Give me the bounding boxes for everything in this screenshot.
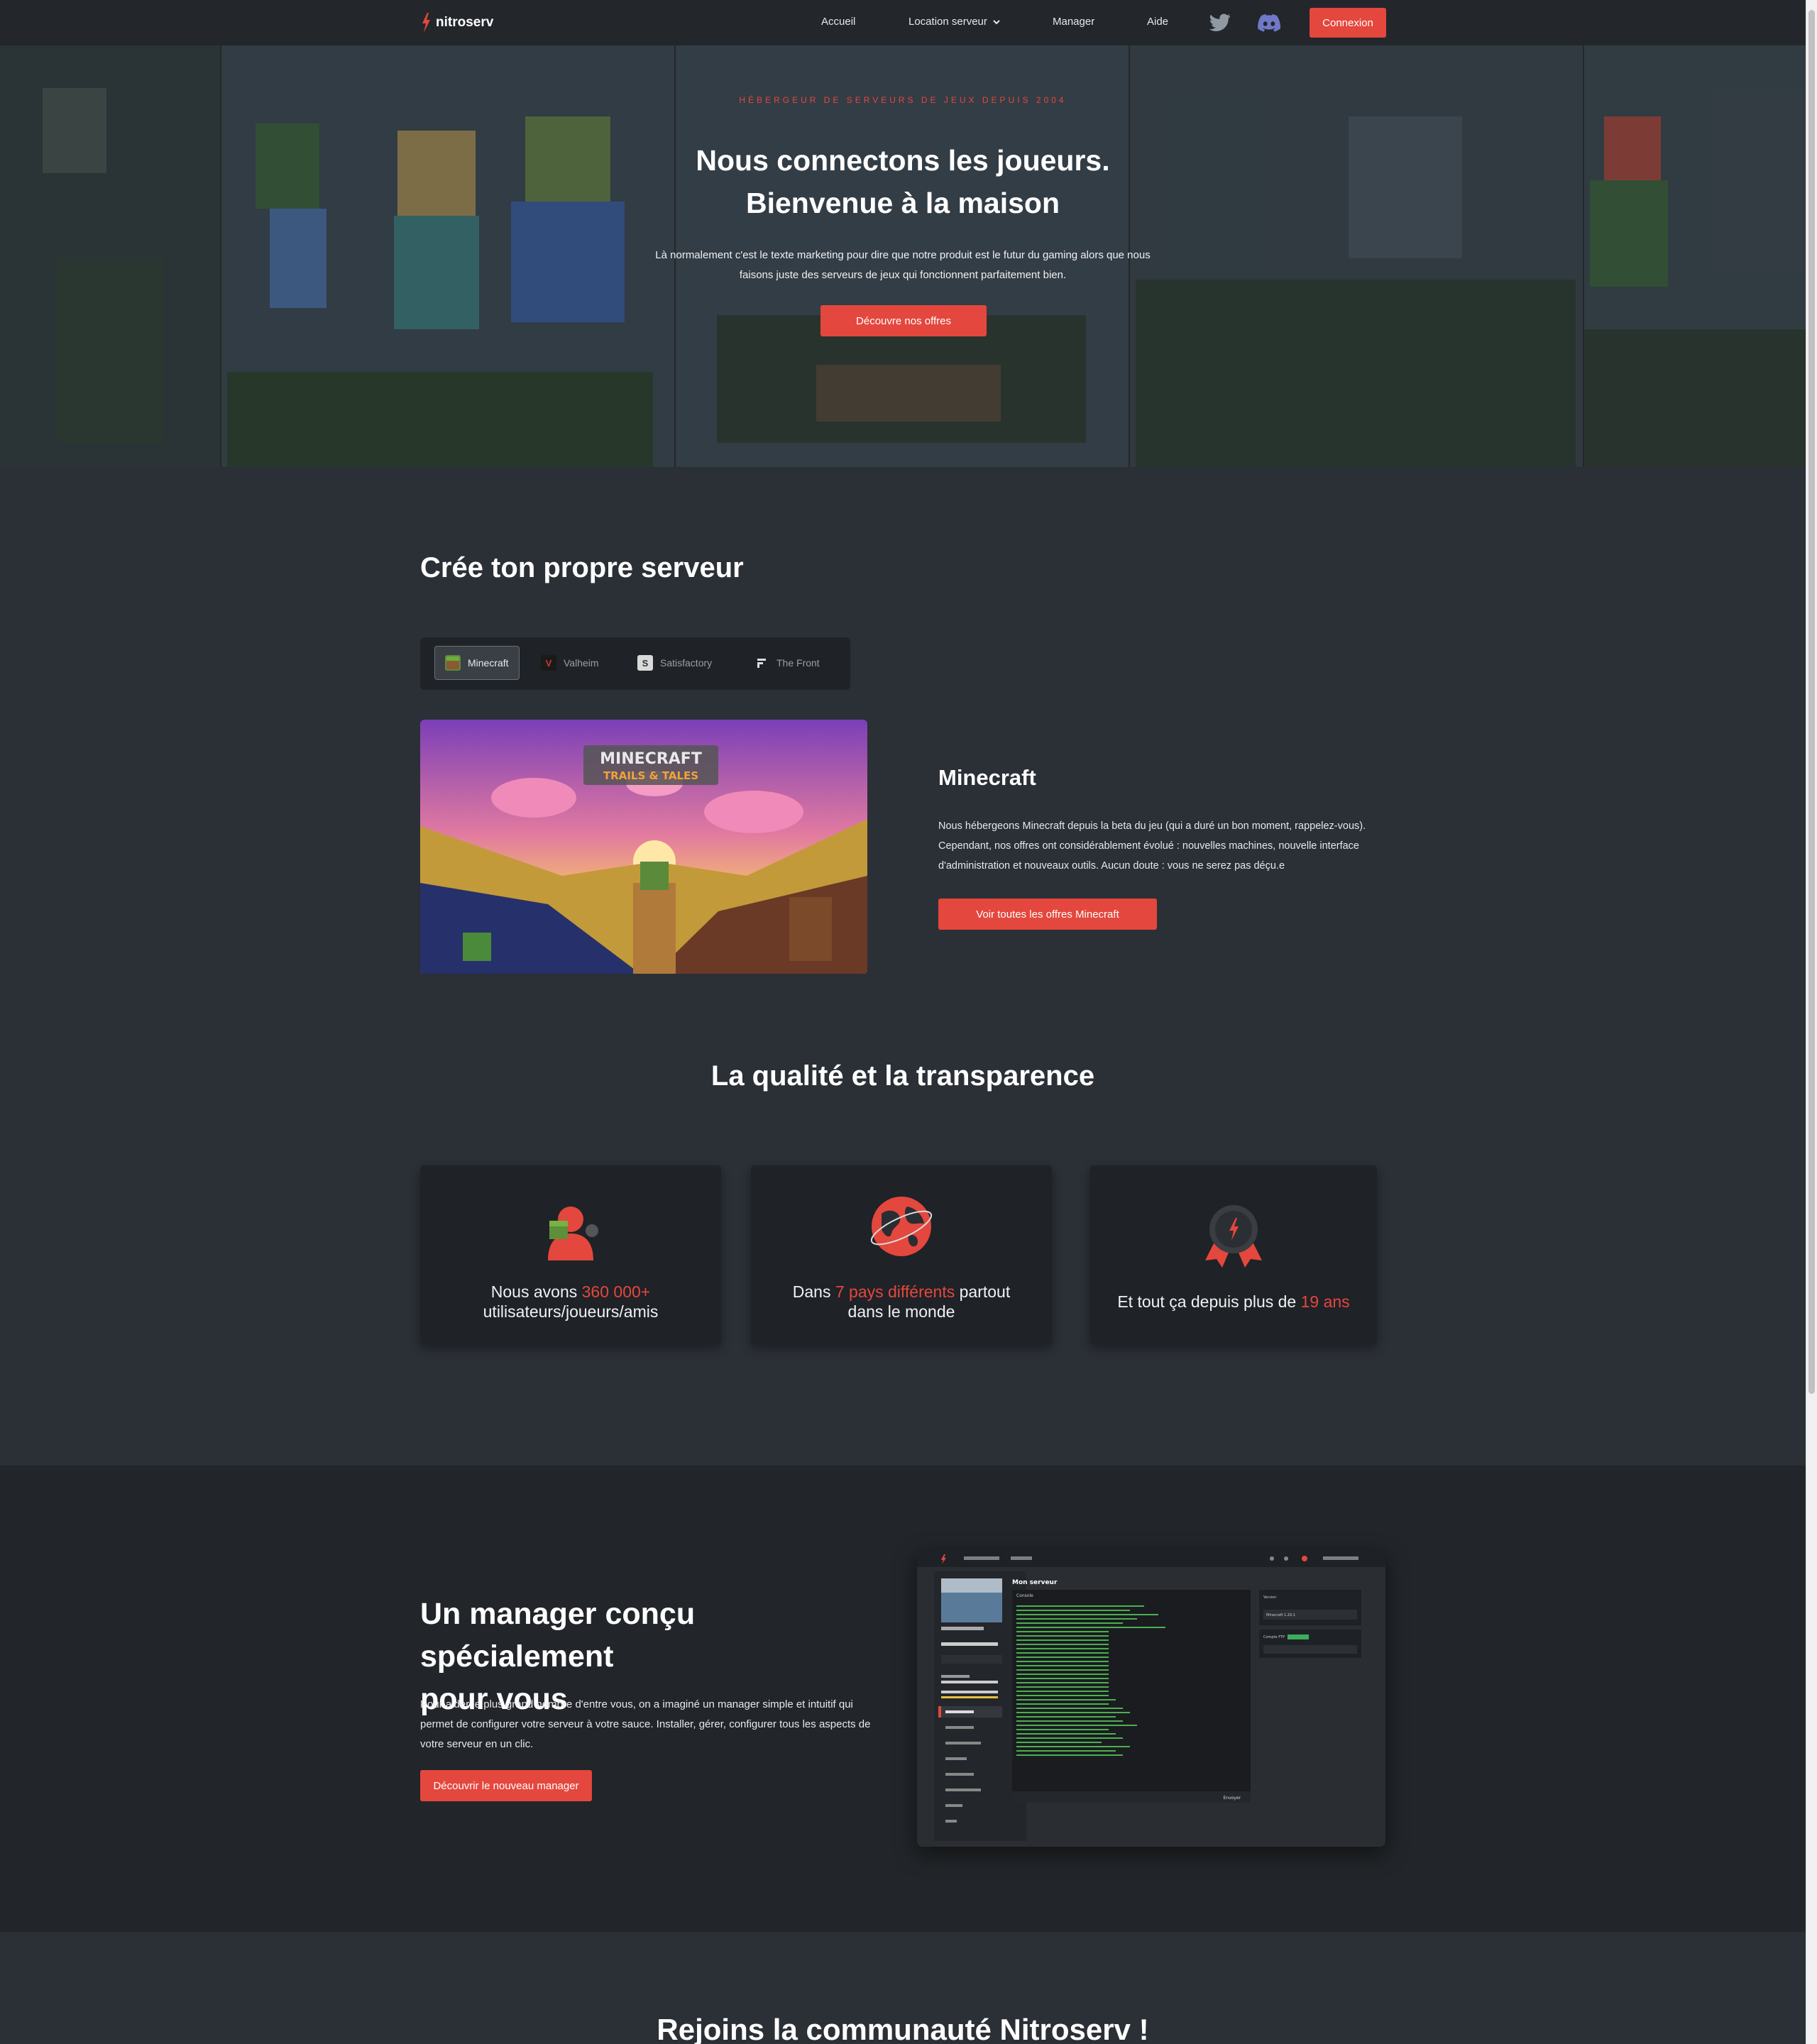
stat-countries-post: dans le monde	[847, 1302, 955, 1321]
tab-satisfactory[interactable]: S Satisfactory	[627, 646, 722, 680]
satisfactory-icon: S	[637, 655, 653, 671]
tab-valheim[interactable]: V Valheim	[531, 646, 609, 680]
tab-minecraft-label: Minecraft	[468, 657, 509, 669]
stat-users-post: utilisateurs/joueurs/amis	[483, 1302, 659, 1321]
manager-screenshot-console-label: Console	[1016, 1593, 1033, 1598]
globe-icon	[870, 1197, 933, 1256]
hero-subtitle-line1: Là normalement c'est le texte marketing …	[655, 249, 1151, 261]
login-button[interactable]: Connexion	[1310, 8, 1386, 38]
tab-the-front-label: The Front	[776, 657, 820, 669]
minecraft-game-image: MINECRAFT TRAILS & TALES	[420, 720, 867, 974]
valheim-icon: V	[541, 655, 556, 671]
tab-valheim-label: Valheim	[564, 657, 599, 669]
manager-title-line1: Un manager conçu spécialement	[420, 1597, 696, 1674]
page-scrollbar[interactable]	[1806, 0, 1817, 2044]
hero-title-line1: Nous connectons les joueurs.	[696, 144, 1110, 177]
community-title: Rejoins la communauté Nitroserv !	[657, 2013, 1149, 2044]
stat-years-pre: Et tout ça depuis plus de	[1117, 1292, 1301, 1311]
tab-satisfactory-label: Satisfactory	[660, 657, 713, 669]
chevron-down-icon	[993, 19, 1000, 24]
manager-section	[0, 1466, 1806, 1932]
create-server-title: Crée ton propre serveur	[420, 552, 744, 583]
nav-location-serveur[interactable]: Location serveur	[908, 16, 1000, 28]
users-icon	[548, 1207, 598, 1260]
game-description: Nous hébergeons Minecraft depuis la beta…	[938, 820, 1366, 872]
stat-card-users: Nous avons 360 000+ utilisateurs/joueurs…	[420, 1165, 721, 1344]
manager-screenshot-version-label: Version	[1263, 1595, 1276, 1600]
trails-tales-logo-text: TRAILS & TALES	[603, 769, 698, 782]
hero-title-line2: Bienvenue à la maison	[745, 187, 1060, 219]
nav-accueil[interactable]: Accueil	[821, 16, 855, 28]
hero-eyebrow: HÉBERGEUR DE SERVEURS DE JEUX DEPUIS 200…	[739, 95, 1067, 105]
stat-countries-text: Dans 7 pays différents partout dans le m…	[751, 1282, 1052, 1322]
manager-screenshot-version-value: Minecraft 1.20.1	[1266, 1613, 1295, 1617]
stat-years-text: Et tout ça depuis plus de 19 ans	[1090, 1292, 1377, 1312]
hero-subtitle: Là normalement c'est le texte marketing …	[639, 246, 1167, 285]
twitter-icon[interactable]	[1209, 13, 1231, 32]
quality-title: La qualité et la transparence	[710, 1060, 1095, 1092]
stat-users-highlight: 360 000+	[581, 1282, 651, 1301]
stat-users-text: Nous avons 360 000+ utilisateurs/joueurs…	[420, 1282, 721, 1322]
hero-subtitle-line2: faisons juste des serveurs de jeux qui f…	[739, 269, 1067, 281]
manager-screenshot-ftp-label: Compte FTP	[1263, 1635, 1285, 1639]
nav-manager[interactable]: Manager	[1053, 16, 1094, 28]
manager-screenshot-send: Envoyer	[1223, 1796, 1241, 1801]
nav-location-serveur-label: Location serveur	[908, 16, 987, 28]
hero-title: Nous connectons les joueurs. Bienvenue à…	[0, 139, 1806, 224]
scrollbar-thumb[interactable]	[1808, 10, 1815, 1394]
discord-icon[interactable]	[1258, 13, 1280, 32]
the-front-icon	[754, 655, 769, 671]
nav-aide[interactable]: Aide	[1147, 16, 1168, 28]
discover-manager-button[interactable]: Découvrir le nouveau manager	[420, 1770, 592, 1801]
game-title: Minecraft	[938, 765, 1036, 790]
logo-text: nitroserv	[436, 15, 494, 30]
discover-offers-button[interactable]: Découvre nos offres	[820, 305, 987, 336]
minecraft-logo-text: MINECRAFT	[600, 750, 702, 768]
manager-screenshot-title: Mon serveur	[1012, 1579, 1058, 1586]
view-minecraft-offers-button[interactable]: Voir toutes les offres Minecraft	[938, 899, 1157, 930]
stat-years-highlight: 19 ans	[1300, 1292, 1350, 1311]
stat-countries-pre: Dans	[792, 1282, 835, 1301]
stat-countries-post-inline: partout	[955, 1282, 1011, 1301]
game-tabs: Minecraft V Valheim S Satisfactory The F…	[420, 637, 850, 690]
stat-card-years: Et tout ça depuis plus de 19 ans	[1090, 1165, 1377, 1344]
stat-users-pre: Nous avons	[490, 1282, 582, 1301]
tab-the-front[interactable]: The Front	[744, 646, 830, 680]
manager-screenshot: Mon serveur Console Envoyer Version Mine…	[917, 1550, 1385, 1847]
logo[interactable]: nitroserv	[420, 11, 493, 34]
stat-countries-highlight: 7 pays différents	[835, 1282, 955, 1301]
stat-card-countries: Dans 7 pays différents partout dans le m…	[751, 1165, 1052, 1344]
top-navbar: nitroserv Accueil Location serveur Manag…	[0, 0, 1806, 45]
minecraft-icon	[445, 655, 461, 671]
tab-minecraft[interactable]: Minecraft	[434, 646, 520, 680]
award-badge-icon	[1205, 1205, 1262, 1268]
nitroserv-logo-icon	[422, 13, 430, 33]
manager-description: Pour aider le plus grand nombre d'entre …	[420, 1698, 871, 1750]
